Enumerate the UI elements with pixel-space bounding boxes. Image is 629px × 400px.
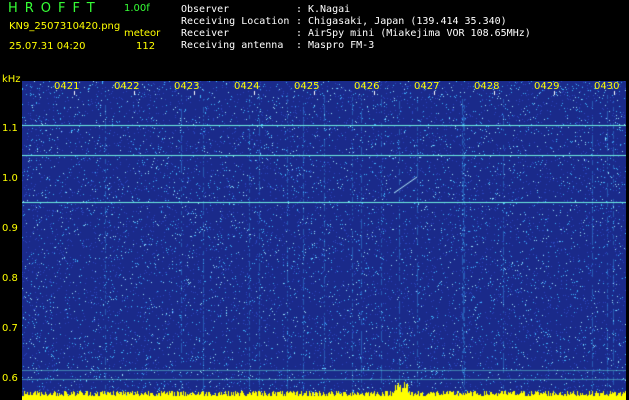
info-sep: : [296,28,303,39]
x-tick: 0428 [474,81,500,92]
y-tick: 0.6 [2,373,18,384]
y-tick: 0.7 [2,323,18,334]
info-label-antenna: Receiving antenna [181,40,284,51]
x-tick: 0427 [414,81,440,92]
x-tick: 0422 [114,81,140,92]
spectrogram-canvas [22,81,626,400]
unit-label: kHz [2,74,21,85]
info-label-observer: Observer [181,4,230,15]
info-sep: : [296,40,303,51]
info-value-antenna: Maspro FM-3 [308,40,375,51]
x-tick: 0429 [534,81,560,92]
app-version: 1.00f [124,3,150,14]
x-tick: 0423 [174,81,200,92]
datetime: 25.07.31 04:20 [9,41,86,52]
info-value-location: Chigasaki, Japan (139.414 35.340) [308,16,507,27]
x-tick: 0425 [294,81,320,92]
y-tick: 0.9 [2,223,18,234]
y-tick: 1.0 [2,173,18,184]
app-logo: HROFFT [8,1,102,16]
mode-label: meteor [124,28,161,39]
spectrogram-plot: 0421 0422 0423 0424 0425 0426 0427 0428 … [22,81,626,400]
info-label-location: Receiving Location [181,16,290,27]
x-tick: 0421 [54,81,80,92]
info-value-observer: K.Nagai [308,4,351,15]
x-tick: 0424 [234,81,260,92]
x-tick: 0430 [594,81,620,92]
info-label-receiver: Receiver [181,28,230,39]
detection-count: 112 [136,41,156,52]
x-tick: 0426 [354,81,380,92]
y-tick: 1.1 [2,123,18,134]
info-sep: : [296,4,303,15]
y-tick: 0.8 [2,273,18,284]
info-sep: : [296,16,303,27]
file-name: KN9_2507310420.png [9,21,121,32]
info-value-receiver: AirSpy mini (Miakejima VOR 108.65MHz) [308,28,531,39]
